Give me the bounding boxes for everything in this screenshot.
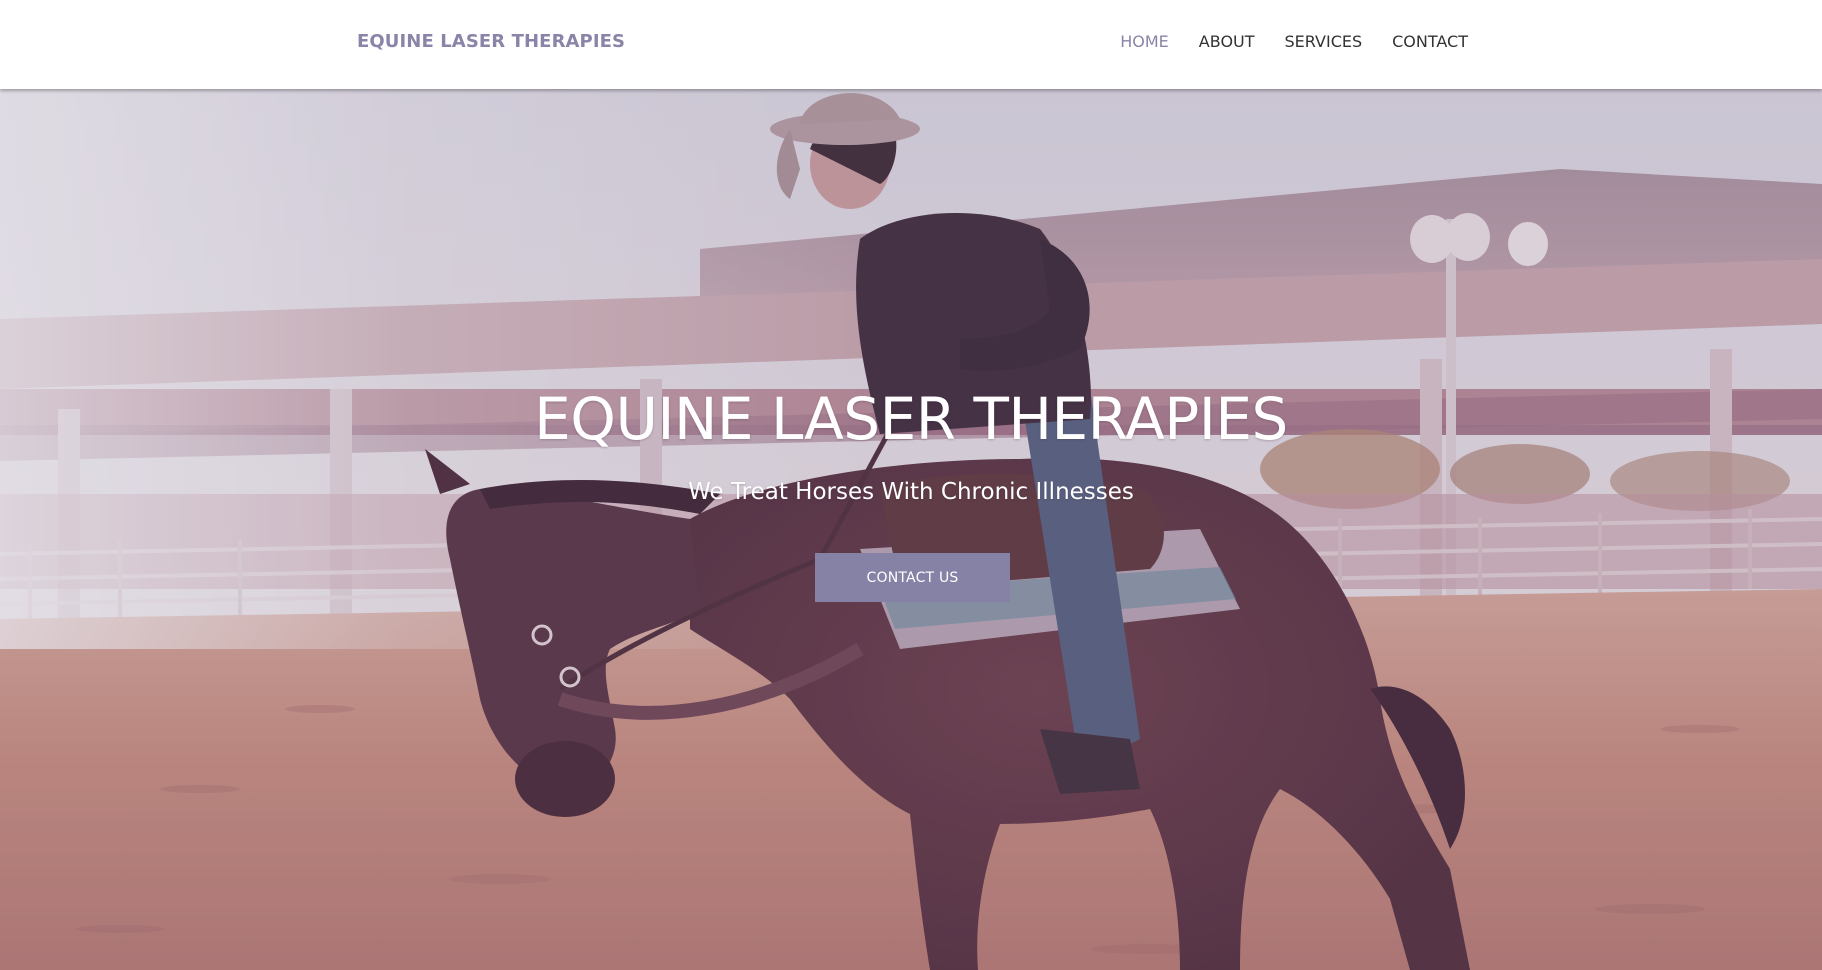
- nav-link-home[interactable]: HOME: [1120, 32, 1169, 51]
- hero-section: EQUINE LASER THERAPIES We Treat Horses W…: [0, 89, 1822, 970]
- nav-link-services[interactable]: SERVICES: [1285, 32, 1363, 51]
- nav-item-services: SERVICES: [1285, 32, 1363, 51]
- hero-subtitle: We Treat Horses With Chronic Illnesses: [688, 479, 1134, 505]
- hero-title: EQUINE LASER THERAPIES: [534, 385, 1288, 453]
- nav-item-home: HOME: [1120, 32, 1169, 51]
- nav-item-about: ABOUT: [1199, 32, 1255, 51]
- hero-tint-overlay: [0, 89, 1822, 970]
- main-nav: HOME ABOUT SERVICES CONTACT: [1120, 32, 1468, 51]
- nav-link-about[interactable]: ABOUT: [1199, 32, 1255, 51]
- contact-us-button[interactable]: CONTACT US: [815, 553, 1010, 602]
- nav-item-contact: CONTACT: [1392, 32, 1468, 51]
- brand-logo-link[interactable]: EQUINE LASER THERAPIES: [357, 31, 625, 52]
- top-navbar: EQUINE LASER THERAPIES HOME ABOUT SERVIC…: [0, 0, 1822, 89]
- nav-link-contact[interactable]: CONTACT: [1392, 32, 1468, 51]
